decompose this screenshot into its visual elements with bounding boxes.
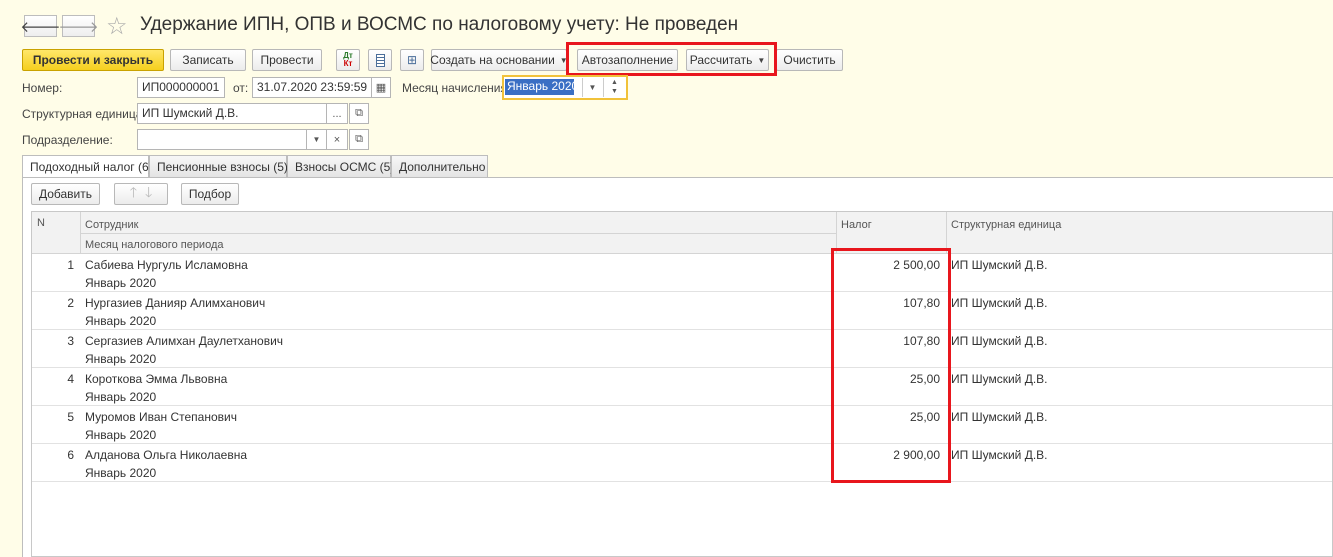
unit-field[interactable]: ИП Шумский Д.В. (137, 103, 327, 124)
row-employee: Короткова Эмма Львовна (85, 372, 228, 386)
post-button[interactable]: Провести (252, 49, 322, 71)
structure-button[interactable]: ⊞ (400, 49, 424, 71)
date-field[interactable]: 31.07.2020 23:59:59 (252, 77, 372, 98)
table-header: N Сотрудник Месяц налогового периода Нал… (32, 212, 1332, 254)
document-list-icon (375, 53, 385, 67)
open-icon[interactable]: ⧉ (349, 103, 369, 124)
row-number: 2 (67, 296, 74, 310)
ellipsis-icon[interactable]: ... (326, 103, 348, 124)
dt-kt-icon: Дт Кт (343, 51, 353, 68)
row-unit: ИП Шумский Д.В. (951, 372, 1048, 386)
star-icon[interactable]: ☆ (106, 12, 128, 41)
open-icon[interactable]: ⧉ (349, 129, 369, 150)
row-unit: ИП Шумский Д.В. (951, 258, 1048, 272)
table-row[interactable]: 3 Сергазиев Алимхан Даулетханович Январь 2… (32, 330, 1332, 368)
date-label: от: (233, 81, 249, 95)
col-period-header[interactable]: Месяц налогового периода (85, 239, 224, 251)
row-employee: Нургазиев Данияр Алимханович (85, 296, 266, 310)
number-label: Номер: (22, 81, 63, 95)
income-tax-table[interactable]: N Сотрудник Месяц налогового периода Нал… (31, 211, 1333, 557)
hierarchy-icon: ⊞ (406, 53, 418, 67)
post-and-close-button[interactable]: Провести и закрыть (22, 49, 164, 71)
table-row[interactable]: 6 Алданова Ольга Николаевна Январь 2020 2 9… (32, 444, 1332, 482)
highlight-box-toolbar (566, 42, 777, 76)
row-period: Январь 2020 (85, 466, 157, 480)
tab-income-tax[interactable]: Подоходный налог (6) (22, 155, 153, 178)
row-number: 6 (67, 448, 74, 462)
forward-button[interactable]: 🡒 (58, 15, 99, 37)
move-down-icon[interactable]: 🡓 (145, 182, 152, 206)
create-based-on-button[interactable]: Создать на основании ▼ (430, 49, 568, 71)
month-stepper[interactable]: ▲ ▼ (603, 78, 625, 97)
move-buttons[interactable]: 🡑 🡓 (114, 183, 168, 205)
select-button[interactable]: Подбор (181, 183, 239, 205)
row-number: 4 (67, 372, 74, 386)
col-tax-header[interactable]: Налог (841, 219, 872, 231)
highlight-box-tax-column (831, 248, 951, 483)
row-employee: Муромов Иван Степанович (85, 410, 237, 424)
calendar-icon[interactable]: ▦ (371, 77, 391, 98)
month-dropdown-icon[interactable]: ▼ (582, 78, 602, 97)
row-employee: Сергазиев Алимхан Даулетханович (85, 334, 284, 348)
table-row[interactable]: 5 Муромов Иван Степанович Январь 2020 25,00… (32, 406, 1332, 444)
row-unit: ИП Шумский Д.В. (951, 410, 1048, 424)
dt-kt-button[interactable]: Дт Кт (336, 49, 360, 71)
row-number: 1 (67, 258, 74, 272)
row-unit: ИП Шумский Д.В. (951, 334, 1048, 348)
row-employee: Алданова Ольга Николаевна (85, 448, 247, 462)
table-row[interactable]: 4 Короткова Эмма Львовна Январь 2020 25,00 И… (32, 368, 1332, 406)
row-period: Январь 2020 (85, 276, 157, 290)
clear-x-icon[interactable]: × (326, 129, 348, 150)
clear-button[interactable]: Очистить (776, 49, 843, 71)
save-button[interactable]: Записать (170, 49, 246, 71)
dropdown-icon[interactable]: ▼ (306, 129, 327, 150)
row-number: 5 (67, 410, 74, 424)
table-row[interactable]: 2 Нургазиев Данияр Алимханович Январь 2020… (32, 292, 1332, 330)
back-button[interactable]: 🡐 (20, 15, 61, 37)
col-unit-header[interactable]: Структурная единица (951, 219, 1061, 231)
page-title: Удержание ИПН, ОПВ и ВОСМС по налоговому… (140, 14, 739, 35)
division-field[interactable] (137, 129, 307, 150)
tab-additional[interactable]: Дополнительно (391, 155, 488, 177)
month-label: Месяц начисления: (402, 81, 511, 95)
month-field[interactable]: Январь 2020 (505, 79, 578, 95)
row-period: Январь 2020 (85, 314, 157, 328)
division-label: Подразделение: (22, 133, 113, 147)
row-period: Январь 2020 (85, 428, 157, 442)
row-period: Январь 2020 (85, 352, 157, 366)
col-n-header[interactable]: N (37, 217, 45, 229)
move-up-icon[interactable]: 🡑 (130, 182, 137, 206)
table-row[interactable]: 1 Сабиева Нургуль Исламовна Январь 2020 2 5… (32, 254, 1332, 292)
add-button[interactable]: Добавить (31, 183, 100, 205)
arrow-right-icon: 🡒 (58, 18, 99, 36)
row-unit: ИП Шумский Д.В. (951, 448, 1048, 462)
row-unit: ИП Шумский Д.В. (951, 296, 1048, 310)
row-number: 3 (67, 334, 74, 348)
tab-osms[interactable]: Взносы ОСМС (5) (287, 155, 394, 177)
number-field[interactable]: ИП000000001 (137, 77, 225, 98)
arrow-left-icon: 🡐 (20, 18, 61, 36)
tab-pension[interactable]: Пенсионные взносы (5) (149, 155, 288, 177)
row-period: Январь 2020 (85, 390, 157, 404)
unit-label: Структурная единица: (22, 107, 146, 121)
row-employee: Сабиева Нургуль Исламовна (85, 258, 248, 272)
report-button[interactable] (368, 49, 392, 71)
col-employee-header[interactable]: Сотрудник (85, 219, 138, 231)
